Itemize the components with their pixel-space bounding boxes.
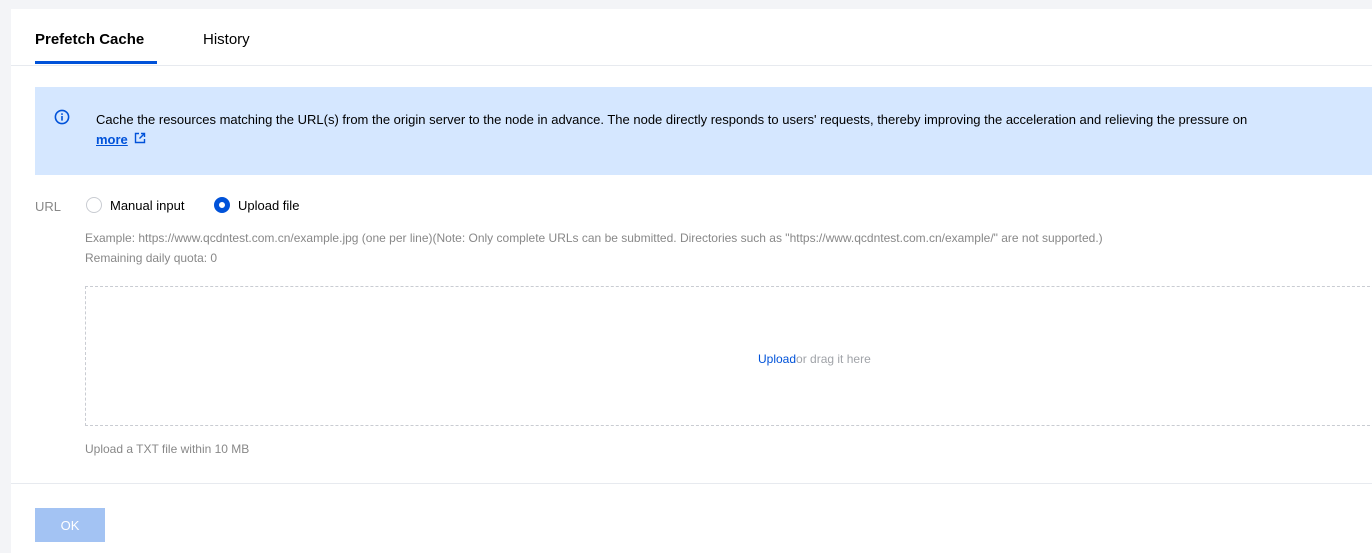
footer-divider xyxy=(11,483,1372,484)
radio-manual-input[interactable]: Manual input xyxy=(86,197,184,213)
quota-hint: Remaining daily quota: 0 xyxy=(85,251,218,265)
dropzone-text: Uploador drag it here xyxy=(758,352,871,366)
url-example-hint: Example: https://www.qcdntest.com.cn/exa… xyxy=(85,231,1103,245)
prefetch-panel: Prefetch Cache History Cache the resourc… xyxy=(11,9,1372,553)
info-alert: Cache the resources matching the URL(s) … xyxy=(35,87,1372,175)
info-icon xyxy=(54,109,70,125)
tab-bar: Prefetch Cache History xyxy=(11,9,1372,66)
radio-upload-file[interactable]: Upload file xyxy=(214,197,299,213)
ok-button[interactable]: OK xyxy=(35,508,105,542)
alert-message: Cache the resources matching the URL(s) … xyxy=(96,112,1248,127)
url-field-label: URL xyxy=(35,199,62,214)
active-tab-indicator xyxy=(35,61,157,64)
radio-manual-input-label: Manual input xyxy=(110,197,185,213)
learn-more-label: more xyxy=(96,132,128,147)
tab-history[interactable]: History xyxy=(203,31,250,65)
external-link-icon xyxy=(128,130,146,150)
drag-hint: or drag it here xyxy=(796,352,871,366)
learn-more-link[interactable]: more xyxy=(96,130,146,150)
file-dropzone[interactable]: Uploador drag it here xyxy=(85,286,1372,426)
file-limit-hint: Upload a TXT file within 10 MB xyxy=(85,442,250,456)
tab-prefetch-cache[interactable]: Prefetch Cache xyxy=(35,31,144,65)
upload-link[interactable]: Upload xyxy=(758,352,796,366)
radio-upload-file-label: Upload file xyxy=(238,197,300,213)
radio-manual-input-circle[interactable] xyxy=(86,197,102,213)
radio-upload-file-circle[interactable] xyxy=(214,197,230,213)
